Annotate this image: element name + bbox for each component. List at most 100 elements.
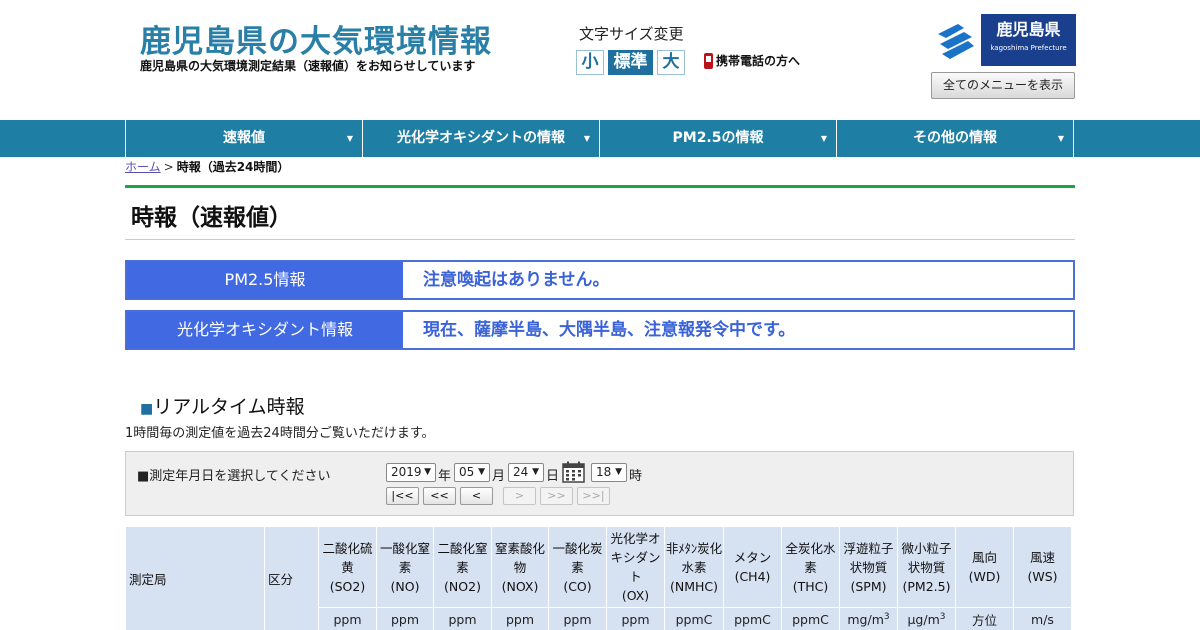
caret-down-icon: ▼ <box>583 134 590 143</box>
column-code: (OX) <box>621 588 650 603</box>
column-name: 光化学オキシダント <box>610 531 661 584</box>
column-header-ox: 光化学オキシダント (OX) <box>606 526 665 608</box>
column-code: (THC) <box>792 578 829 594</box>
column-code: (WD) <box>968 569 1001 584</box>
column-name: 二酸化硫黄 <box>322 540 373 575</box>
year-unit: 年 <box>438 469 452 484</box>
date-selector-panel: ■測定年月日を選択してください 2019 ▼ 年 05 ▼ 月 24 ▼ 日 18 ▼ <box>125 451 1074 516</box>
unit-cell: ppmC <box>723 607 782 630</box>
hour-select[interactable]: 18 ▼ <box>591 463 627 482</box>
site-title[interactable]: 鹿児島県の大気環境情報 <box>140 16 492 61</box>
mobile-link-label: 携帯電話の方へ <box>716 54 801 68</box>
category-header: 区分 <box>264 526 319 630</box>
prefecture-name-en: kagoshima Prefecture <box>990 44 1067 52</box>
table-header-row: 測定局 区分 二酸化硫黄 (SO2) 一酸化窒素 (NO) 二酸化窒素 (NO2) 窒… <box>125 526 1072 630</box>
column-code: (CH4) <box>734 569 771 584</box>
realtime-title-text: リアルタイム時報 <box>153 396 305 418</box>
nav-item-label: 光化学オキシダントの情報 <box>397 130 565 146</box>
hour-unit: 時 <box>629 469 643 484</box>
first-button[interactable]: |<< <box>386 487 419 505</box>
unit-cell: ppmC <box>781 607 840 630</box>
unit-cell: ppm <box>491 607 549 630</box>
column-header-co: 一酸化炭素 (CO) <box>548 526 607 608</box>
column-name: 窒素酸化物 <box>494 540 545 575</box>
unit-cell: ppm <box>548 607 607 630</box>
unit-cell: μg/m3 <box>897 607 956 630</box>
unit-cell: ppm <box>606 607 665 630</box>
oxidant-alert-text: 現在、薩摩半島、大隅半島、注意報発令中です。 <box>423 320 796 340</box>
oxidant-alert-box: 光化学オキシダント情報 現在、薩摩半島、大隅半島、注意報発令中です。 <box>125 310 1075 350</box>
site-subtitle: 鹿児島県の大気環境測定結果（速報値）をお知らせしています <box>140 59 476 73</box>
chevron-down-icon: ▼ <box>424 467 431 477</box>
day-unit: 日 <box>546 469 560 484</box>
nav-item-label: PM2.5の情報 <box>672 130 764 146</box>
font-size-standard-button[interactable]: 標準 <box>608 50 653 75</box>
year-select[interactable]: 2019 ▼ <box>386 463 436 482</box>
column-name: 全炭化水素 <box>785 540 836 575</box>
prev-button[interactable]: < <box>460 487 493 505</box>
caret-down-icon: ▼ <box>1057 134 1064 143</box>
month-select[interactable]: 05 ▼ <box>454 463 490 482</box>
column-name: メタン <box>733 550 772 565</box>
last-button[interactable]: >>| <box>577 487 610 505</box>
chevron-down-icon: ▼ <box>532 467 539 477</box>
unit-cell: mg/m3 <box>839 607 898 630</box>
column-name: 一酸化炭素 <box>552 540 603 575</box>
main-nav: 速報値 ▼ 光化学オキシダントの情報 ▼ PM2.5の情報 ▼ その他の情報 ▼ <box>0 120 1200 157</box>
column-code: (SO2) <box>329 578 366 594</box>
nav-item-label: その他の情報 <box>913 130 997 146</box>
breadcrumb-current: 時報（過去24時間） <box>176 160 290 174</box>
page-title: 時報（速報値） <box>131 205 292 231</box>
column-header-wd: 風向 (WD) <box>955 526 1014 608</box>
mobile-phone-icon <box>704 52 713 69</box>
all-menu-button[interactable]: 全てのメニューを表示 <box>931 72 1075 99</box>
prev-day-button[interactable]: << <box>423 487 456 505</box>
column-name: 非ﾒﾀﾝ炭化水素 <box>665 540 723 575</box>
breadcrumb-home-link[interactable]: ホーム <box>125 160 161 174</box>
prefecture-logo[interactable]: 鹿児島県 kagoshima Prefecture <box>931 14 1077 67</box>
nav-item-oxidant[interactable]: 光化学オキシダントの情報 ▼ <box>362 120 599 157</box>
unit-cell: ppm <box>318 607 377 630</box>
column-header-no: 一酸化窒素 (NO) <box>376 526 434 608</box>
column-header-nox: 窒素酸化物 (NOX) <box>491 526 549 608</box>
column-name: 風向 <box>971 550 997 565</box>
column-name: 一酸化窒素 <box>379 540 430 575</box>
month-select-value: 05 <box>459 465 475 479</box>
font-size-label: 文字サイズ変更 <box>579 25 684 43</box>
column-code: (SPM) <box>850 578 887 594</box>
unit-cell: m/s <box>1013 607 1072 630</box>
column-code: (NO) <box>390 578 420 594</box>
nav-item-other[interactable]: その他の情報 ▼ <box>836 120 1074 157</box>
next-button[interactable]: > <box>503 487 536 505</box>
day-select[interactable]: 24 ▼ <box>508 463 544 482</box>
pm25-alert-text: 注意喚起はありません。 <box>423 270 610 290</box>
column-code: (NMHC) <box>669 578 719 594</box>
column-name: 二酸化窒素 <box>437 540 488 575</box>
column-header-ch4: メタン (CH4) <box>723 526 782 608</box>
realtime-section-title: ■リアルタイム時報 <box>140 392 305 419</box>
column-header-nmhc: 非ﾒﾀﾝ炭化水素 (NMHC) <box>664 526 724 608</box>
column-code: (WS) <box>1027 569 1058 584</box>
next-day-button[interactable]: >> <box>540 487 573 505</box>
font-size-large-button[interactable]: 大 <box>657 50 685 75</box>
unit-cell: ppmC <box>664 607 724 630</box>
unit-cell: ppm <box>376 607 434 630</box>
nav-item-label: 速報値 <box>223 130 265 146</box>
nav-item-pm25[interactable]: PM2.5の情報 ▼ <box>599 120 836 157</box>
pm25-alert-label: PM2.5情報 <box>127 262 403 298</box>
column-code: (NOX) <box>501 578 539 594</box>
prefecture-name: 鹿児島県 <box>996 20 1061 39</box>
column-code: (CO) <box>563 578 592 594</box>
unit-cell: 方位 <box>955 607 1014 630</box>
hour-select-value: 18 <box>596 465 612 479</box>
column-name: 浮遊粒子状物質 <box>843 540 894 575</box>
column-header-spm: 浮遊粒子状物質 (SPM) <box>839 526 898 608</box>
nav-item-sokuhouchi[interactable]: 速報値 ▼ <box>125 120 362 157</box>
hourly-data-table: 測定局 区分 二酸化硫黄 (SO2) 一酸化窒素 (NO) 二酸化窒素 (NO2) 窒… <box>125 526 1072 630</box>
font-size-small-button[interactable]: 小 <box>576 50 604 75</box>
mobile-link[interactable]: 携帯電話の方へ <box>704 52 800 69</box>
calendar-icon[interactable] <box>562 461 585 483</box>
chevron-down-icon: ▼ <box>615 467 622 477</box>
prefecture-name-box: 鹿児島県 kagoshima Prefecture <box>981 14 1076 66</box>
caret-down-icon: ▼ <box>346 134 353 143</box>
